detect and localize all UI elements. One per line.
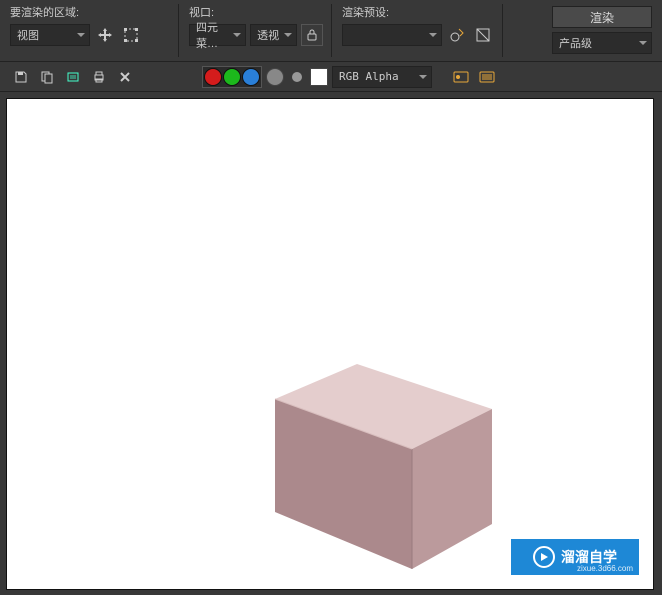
swatch-blue[interactable] [242,68,260,86]
preset-label: 渲染预设: [342,4,494,20]
channel-value: RGB Alpha [339,70,399,83]
render-area-dropdown[interactable]: 视图 [10,24,90,46]
watermark-url: zixue.3d66.com [577,564,633,573]
watermark: 溜溜自学 zixue.3d66.com [511,539,639,575]
chevron-down-icon [419,75,427,79]
rendered-box [267,354,517,590]
swatch-green[interactable] [223,68,241,86]
pan-icon[interactable] [94,24,116,46]
viewport-dropdown-2[interactable]: 透视 [250,24,297,46]
save-icon[interactable] [10,66,32,88]
lock-icon[interactable] [301,24,323,46]
render-button[interactable]: 渲染 [552,6,652,28]
chevron-down-icon [77,33,85,37]
frame-buffer-icon[interactable] [476,66,498,88]
toggle-overlay-icon[interactable] [450,66,472,88]
chevron-down-icon [284,33,292,37]
swatch-alpha-dot[interactable] [292,72,302,82]
chevron-down-icon [639,41,647,45]
render-viewport: 溜溜自学 zixue.3d66.com [6,98,654,590]
preset-load-icon[interactable] [446,24,468,46]
preset-dropdown[interactable] [342,24,442,46]
viewport-label: 视口: [189,4,323,20]
quality-value: 产品级 [559,35,592,51]
copy-icon[interactable] [36,66,58,88]
play-icon [533,546,555,568]
print-icon[interactable] [88,66,110,88]
toolbar-secondary: RGB Alpha [0,62,662,92]
quality-dropdown[interactable]: 产品级 [552,32,652,54]
swatch-white[interactable] [310,68,328,86]
close-icon[interactable] [114,66,136,88]
viewport-dropdown-1[interactable]: 四元菜… [189,24,246,46]
render-area-value: 视图 [17,27,39,43]
chevron-down-icon [429,33,437,37]
swatch-red[interactable] [204,68,222,86]
render-area-label: 要渲染的区域: [10,4,170,20]
channel-dropdown[interactable]: RGB Alpha [332,66,432,88]
chevron-down-icon [233,33,241,37]
region-select-icon[interactable] [120,24,142,46]
channel-swatches [202,66,262,88]
swatch-gray[interactable] [266,68,284,86]
preset-settings-icon[interactable] [472,24,494,46]
clone-icon[interactable] [62,66,84,88]
viewport-value-2: 透视 [257,27,279,43]
